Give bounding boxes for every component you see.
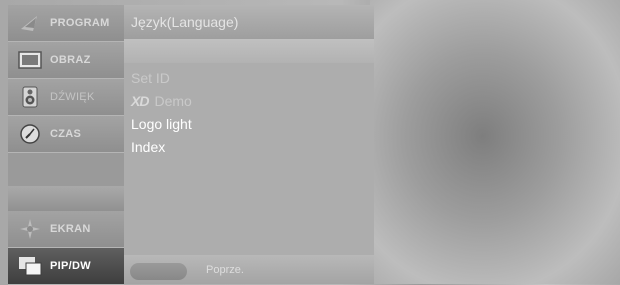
tv-screen-background — [370, 0, 620, 284]
submenu-panel: Język(Language) Set ID XD Demo Logo light… — [124, 5, 374, 284]
sidebar-item-program[interactable]: PROGRAM — [8, 5, 124, 42]
program-icon — [18, 12, 42, 34]
sidebar-item-label: EKRAN — [50, 223, 91, 235]
menu-item-index[interactable]: Index — [131, 139, 165, 155]
menu-item-xd-demo[interactable]: XD Demo — [131, 93, 192, 109]
menu-item-label: Index — [131, 139, 166, 155]
sidebar-item-obraz[interactable]: OBRAZ — [8, 42, 124, 79]
menu-item-label: Demo — [154, 93, 192, 109]
sidebar-item-label: PIP/DW — [50, 260, 91, 272]
submenu-list: Set ID XD Demo Logo light Index — [124, 63, 374, 255]
submenu-divider-strip — [124, 39, 374, 63]
speaker-icon — [18, 86, 42, 108]
sidebar-item-label: OBRAZ — [50, 54, 91, 66]
submenu-footer: Poprze. — [124, 255, 374, 284]
sidebar-item-label: DŹWIĘK — [50, 91, 95, 103]
sidebar-item-label: PROGRAM — [50, 17, 110, 29]
sidebar-item-ekran[interactable]: EKRAN — [8, 211, 124, 248]
picture-icon — [18, 49, 42, 71]
sidebar-spacer — [8, 186, 124, 214]
sidebar-item-dzwiek[interactable]: DŹWIĘK — [8, 79, 124, 116]
main-menu-sidebar: PROGRAM OBRAZ DŹWIĘK CZAS EKRAN PIP/DW — [8, 5, 124, 285]
sidebar-item-czas[interactable]: CZAS — [8, 116, 124, 153]
back-button[interactable] — [130, 263, 187, 280]
xd-logo: XD — [131, 93, 149, 109]
back-label: Poprze. — [206, 264, 244, 276]
menu-item-label: Logo light — [131, 116, 192, 132]
pip-icon — [18, 255, 42, 277]
menu-item-set-id[interactable]: Set ID — [131, 70, 170, 86]
screen-icon — [18, 218, 42, 240]
sidebar-item-pip-dw[interactable]: PIP/DW — [8, 248, 124, 285]
clock-icon — [18, 123, 42, 145]
submenu-title: Język(Language) — [131, 14, 239, 30]
submenu-title-bar[interactable]: Język(Language) — [124, 5, 374, 39]
sidebar-item-label: CZAS — [50, 128, 82, 140]
menu-item-label: Set ID — [131, 70, 170, 86]
menu-item-logo-light[interactable]: Logo light — [131, 116, 192, 132]
